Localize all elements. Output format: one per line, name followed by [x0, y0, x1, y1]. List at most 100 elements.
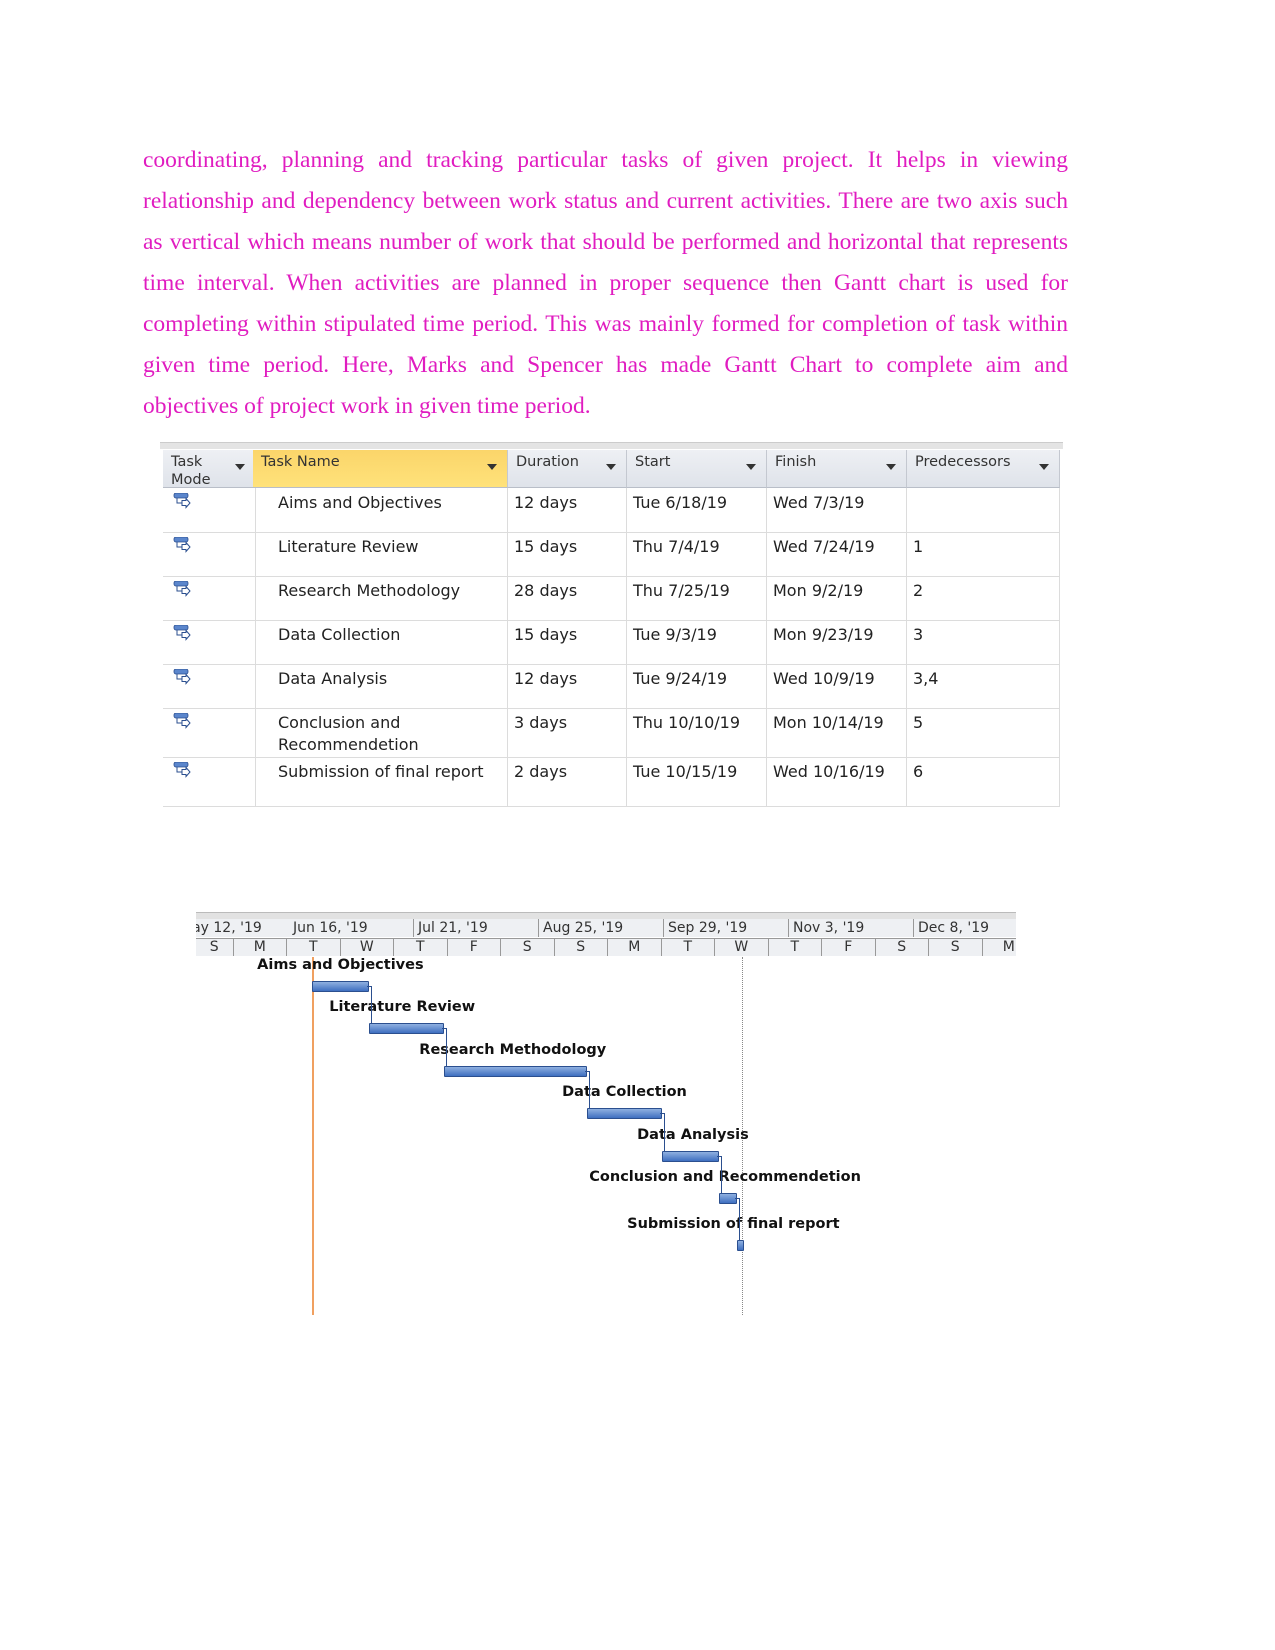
cell-task-mode	[163, 488, 256, 532]
cell-text: Wed 10/9/19	[773, 669, 875, 688]
cell-text: 3 days	[514, 713, 568, 732]
column-header-duration[interactable]: Duration	[508, 450, 627, 488]
task-table: Task Mode Task Name Duration Start Finish Pre…	[160, 442, 1063, 812]
cell-task-mode	[163, 620, 256, 664]
table-row[interactable]: Submission of final report 2 days Tue 10/1…	[163, 757, 1060, 807]
dependency-link	[585, 1071, 591, 1108]
table-row[interactable]: Data Analysis 12 days Tue 9/24/19 Wed 10/9/…	[163, 664, 1060, 709]
cell-text: Wed 7/3/19	[773, 493, 865, 512]
table-row[interactable]: Research Methodology 28 days Thu 7/25/19 Mo…	[163, 576, 1060, 621]
column-header-finish[interactable]: Finish	[767, 450, 907, 488]
cell-text: 3	[913, 625, 924, 644]
gantt-bar[interactable]	[312, 981, 370, 992]
timescale-day: S	[929, 938, 983, 956]
timescale-month: Jun 16, '19	[289, 919, 414, 937]
cell-predecessors: 3,4	[907, 664, 1060, 708]
column-header-task-name[interactable]: Task Name	[253, 450, 508, 488]
dropdown-arrow-icon[interactable]	[746, 464, 756, 470]
timescale-day: S	[196, 938, 234, 956]
cell-task-mode	[163, 576, 256, 620]
dropdown-arrow-icon[interactable]	[1039, 464, 1049, 470]
cell-predecessors: 1	[907, 532, 1060, 576]
timescale-day: F	[447, 938, 501, 956]
cell-predecessors: 5	[907, 708, 1060, 757]
cell-text: 28 days	[514, 581, 578, 600]
table-row[interactable]: Aims and Objectives 12 days Tue 6/18/19 Wed…	[163, 488, 1060, 533]
cell-task-name: Aims and Objectives	[253, 488, 508, 532]
gantt-bar[interactable]	[444, 1066, 588, 1077]
table-row[interactable]: Conclusion and Recommendetion 3 days Thu 1…	[163, 708, 1060, 758]
dropdown-arrow-icon[interactable]	[487, 464, 497, 470]
cell-task-name: Data Analysis	[253, 664, 508, 708]
gantt-bar[interactable]	[587, 1108, 663, 1119]
dropdown-arrow-icon[interactable]	[606, 464, 616, 470]
cell-text: Mon 9/2/19	[773, 581, 864, 600]
cell-text: Conclusion and Recommendetion	[278, 713, 419, 754]
timescale-day: S	[501, 938, 555, 956]
timescale-day: S	[554, 938, 608, 956]
cell-text: 12 days	[514, 669, 578, 688]
cell-text: 15 days	[514, 625, 578, 644]
cell-finish: Wed 10/9/19	[767, 664, 907, 708]
dropdown-arrow-icon[interactable]	[886, 464, 896, 470]
cell-task-name: Submission of final report	[253, 757, 508, 806]
auto-scheduled-task-icon	[173, 669, 191, 685]
cell-duration: 28 days	[508, 576, 627, 620]
cell-duration: 12 days	[508, 488, 627, 532]
timescale-top-bar	[196, 912, 1016, 919]
timescale-day: T	[661, 938, 715, 956]
cell-text: Aims and Objectives	[278, 493, 442, 512]
timescale-day: M	[982, 938, 1016, 956]
paragraph-line: given time period. Here, Marks and Spenc…	[143, 352, 1068, 378]
cell-start: Tue 9/3/19	[627, 620, 767, 664]
dependency-link	[735, 1198, 741, 1240]
cell-duration: 15 days	[508, 620, 627, 664]
cell-finish: Wed 10/16/19	[767, 757, 907, 806]
column-header-label: Duration	[516, 454, 579, 470]
cell-text: Mon 9/23/19	[773, 625, 874, 644]
cell-text: Research Methodology	[278, 581, 461, 600]
gantt-bar[interactable]	[737, 1240, 745, 1251]
auto-scheduled-task-icon	[173, 762, 191, 778]
cell-task-mode	[163, 708, 256, 757]
auto-scheduled-task-icon	[173, 713, 191, 729]
timescale-day: W	[715, 938, 769, 956]
auto-scheduled-task-icon	[173, 625, 191, 641]
column-header-label: Finish	[775, 454, 817, 470]
timescale-day: T	[768, 938, 822, 956]
cell-task-name: Data Collection	[253, 620, 508, 664]
gantt-bar-label: Research Methodology	[419, 1042, 607, 1058]
cell-predecessors: 6	[907, 757, 1060, 806]
cell-task-name: Literature Review	[253, 532, 508, 576]
auto-scheduled-task-icon	[173, 537, 191, 553]
gantt-bar[interactable]	[369, 1023, 445, 1034]
column-header-task-mode[interactable]: Task Mode	[163, 450, 256, 488]
cell-task-mode	[163, 532, 256, 576]
column-header-predecessors[interactable]: Predecessors	[907, 450, 1060, 488]
cell-text: 6	[913, 762, 924, 781]
paragraph-line: coordinating, planning and tracking part…	[143, 147, 1068, 173]
cell-text: Data Collection	[278, 625, 401, 644]
gantt-bar-label: Data Analysis	[637, 1127, 749, 1143]
cell-text: 1	[913, 537, 924, 556]
column-header-label: Task Mode	[171, 454, 211, 488]
column-header-start[interactable]: Start	[627, 450, 767, 488]
paragraph-line: time interval. When activities are plann…	[143, 270, 1068, 296]
auto-scheduled-task-icon	[173, 581, 191, 597]
cell-task-mode	[163, 757, 256, 806]
table-row[interactable]: Data Collection 15 days Tue 9/3/19 Mon 9/23…	[163, 620, 1060, 665]
timescale-month: Dec 8, '19	[914, 919, 1016, 937]
cell-text: Tue 10/15/19	[633, 762, 738, 781]
table-row[interactable]: Literature Review 15 days Thu 7/4/19 Wed 7/…	[163, 532, 1060, 577]
timescale-month: Aug 25, '19	[539, 919, 664, 937]
dependency-link	[442, 1028, 448, 1066]
cell-text: Thu 7/25/19	[633, 581, 730, 600]
cell-text: Wed 7/24/19	[773, 537, 875, 556]
cell-finish: Mon 9/2/19	[767, 576, 907, 620]
gantt-bar[interactable]	[662, 1151, 720, 1162]
cell-predecessors	[907, 488, 1060, 532]
dropdown-arrow-icon[interactable]	[235, 464, 245, 470]
cell-duration: 12 days	[508, 664, 627, 708]
cell-text: Tue 6/18/19	[633, 493, 728, 512]
cell-finish: Mon 9/23/19	[767, 620, 907, 664]
